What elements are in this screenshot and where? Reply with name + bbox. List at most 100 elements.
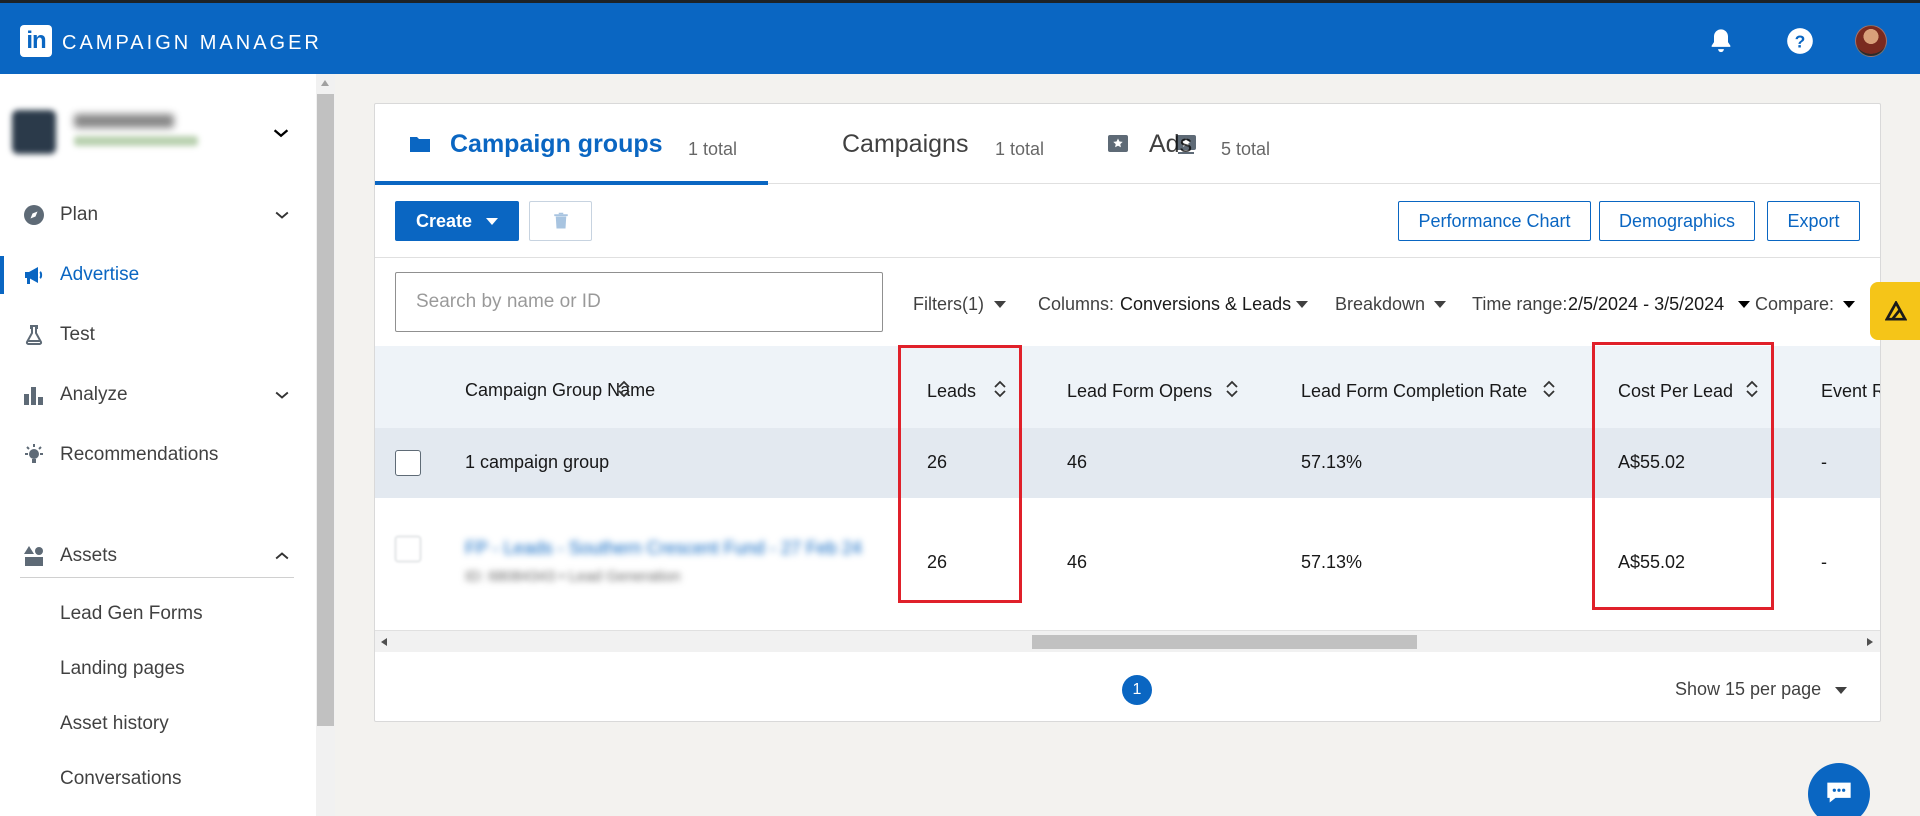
- column-header-lead-form-opens[interactable]: Lead Form Opens: [1067, 381, 1212, 402]
- sort-icon[interactable]: [617, 379, 631, 399]
- caret-down-icon[interactable]: [1843, 301, 1855, 308]
- scrollbar-thumb[interactable]: [317, 94, 334, 726]
- delete-button[interactable]: [529, 201, 592, 241]
- create-label: Create: [416, 210, 473, 231]
- top-navigation-bar: in CAMPAIGN MANAGER ?: [0, 0, 1920, 74]
- row-checkbox[interactable]: [395, 536, 421, 562]
- sidebar-item-test[interactable]: Test: [0, 312, 316, 358]
- app-title: CAMPAIGN MANAGER: [62, 32, 322, 54]
- per-page-dropdown[interactable]: Show 15 per page: [1675, 679, 1821, 700]
- column-header-lead-form-completion-rate[interactable]: Lead Form Completion Rate: [1301, 381, 1527, 402]
- tab-count: 1 total: [688, 139, 738, 159]
- create-button[interactable]: Create: [395, 201, 519, 241]
- sidebar-item-analyze[interactable]: Analyze: [0, 372, 316, 418]
- time-range-dropdown[interactable]: 2/5/2024 - 3/5/2024: [1568, 294, 1724, 315]
- tab-campaigns-label[interactable]: Campaigns: [842, 130, 968, 159]
- sidebar-item-label: Analyze: [60, 384, 128, 405]
- chevron-down-icon[interactable]: [270, 122, 292, 144]
- scroll-left-arrow[interactable]: [381, 638, 387, 646]
- sidebar-item-assets[interactable]: Assets: [0, 533, 316, 579]
- scroll-right-arrow[interactable]: [1867, 638, 1873, 646]
- sidebar-item-label: Plan: [60, 204, 99, 225]
- sidebar: Plan Advertise Test Analyze Recommendati…: [0, 74, 316, 816]
- caret-down-icon[interactable]: [994, 301, 1006, 308]
- sort-icon[interactable]: [1225, 379, 1239, 399]
- tab-bar: Campaign groups 1 total Campaigns 1 tota…: [375, 104, 1880, 185]
- tab-campaign-groups[interactable]: Campaign groups 1 total: [375, 104, 768, 185]
- export-button[interactable]: Export: [1767, 201, 1860, 241]
- account-avatar: [12, 110, 56, 154]
- sidebar-subitem-conversations[interactable]: Conversations: [60, 768, 181, 790]
- horizontal-scrollbar-thumb[interactable]: [1032, 635, 1417, 649]
- summary-lead-form-opens: 46: [1067, 452, 1088, 472]
- pagination: 1 Show 15 per page: [375, 652, 1880, 722]
- select-all-checkbox[interactable]: [395, 450, 421, 476]
- sidebar-item-label: Advertise: [60, 264, 140, 285]
- horizontal-scrollbar[interactable]: [375, 630, 1880, 652]
- shapes-icon: [24, 546, 43, 566]
- sidebar-item-label: Test: [60, 324, 95, 345]
- ad-icon[interactable]: [1105, 132, 1131, 156]
- breakdown-dropdown[interactable]: Breakdown: [1335, 294, 1425, 315]
- sidebar-scrollbar[interactable]: [316, 74, 335, 816]
- chat-bubble-icon: [1827, 782, 1851, 803]
- sidebar-item-recommendations[interactable]: Recommendations: [0, 432, 316, 478]
- sidebar-subitem-asset-history[interactable]: Asset history: [60, 713, 169, 735]
- folder-icon: [410, 137, 430, 152]
- account-selector[interactable]: [12, 110, 292, 158]
- tab-ads-label[interactable]: Ads: [1149, 130, 1192, 159]
- sidebar-item-advertise[interactable]: Advertise: [0, 252, 316, 298]
- svg-text:?: ?: [1795, 31, 1806, 51]
- sidebar-item-label: Recommendations: [60, 444, 219, 465]
- campaign-group-name-link[interactable]: FP - Leads - Southern Crescent Fund - 27…: [465, 538, 862, 559]
- leads-column-highlight: [898, 345, 1022, 603]
- notification-bell-icon[interactable]: [1707, 27, 1735, 55]
- sidebar-subitem-lead-gen-forms[interactable]: Lead Gen Forms: [60, 603, 203, 625]
- campaign-manager-panel: Campaign groups 1 total Campaigns 1 tota…: [374, 103, 1881, 722]
- caret-down-icon: [486, 218, 498, 225]
- sidebar-item-plan[interactable]: Plan: [0, 192, 316, 238]
- tab-label: Campaign groups: [450, 130, 663, 158]
- caret-down-icon[interactable]: [1835, 687, 1847, 694]
- demographics-button[interactable]: Demographics: [1599, 201, 1755, 241]
- column-header-event-rate[interactable]: Event R: [1821, 381, 1880, 402]
- extension-side-badge[interactable]: [1870, 282, 1920, 340]
- account-name-redacted: [74, 114, 174, 128]
- sidebar-subitem-landing-pages[interactable]: Landing pages: [60, 658, 185, 680]
- scroll-up-arrow[interactable]: [321, 80, 329, 86]
- triangle-logo-icon: [1885, 301, 1907, 321]
- user-avatar[interactable]: [1855, 25, 1887, 57]
- linkedin-logo[interactable]: in: [20, 25, 52, 57]
- caret-down-icon[interactable]: [1738, 301, 1750, 308]
- sort-icon[interactable]: [1542, 379, 1556, 399]
- cost-per-lead-column-highlight: [1592, 342, 1774, 610]
- page-number-button[interactable]: 1: [1122, 675, 1152, 705]
- summary-name: 1 campaign group: [465, 452, 610, 472]
- row-event-rate: -: [1821, 552, 1827, 572]
- chat-button[interactable]: [1808, 763, 1870, 816]
- row-completion-rate: 57.13%: [1301, 552, 1363, 572]
- chevron-up-icon[interactable]: [272, 546, 292, 566]
- columns-dropdown[interactable]: Conversions & Leads: [1120, 294, 1291, 315]
- chevron-down-icon[interactable]: [272, 385, 292, 405]
- filters-dropdown[interactable]: Filters(1): [913, 294, 984, 315]
- campaign-group-id: ID: 68084343 • Lead Generation: [465, 568, 681, 585]
- help-icon[interactable]: ?: [1786, 27, 1814, 55]
- trash-icon: [554, 212, 568, 229]
- tab-ads-count: 5 total: [1221, 139, 1271, 159]
- bar-chart-icon: [24, 387, 43, 405]
- caret-down-icon[interactable]: [1434, 301, 1446, 308]
- compare-dropdown[interactable]: Compare:: [1755, 294, 1834, 315]
- lightbulb-icon: [25, 444, 43, 463]
- chevron-down-icon[interactable]: [272, 205, 292, 225]
- action-toolbar: Create Performance Chart Demographics Ex…: [375, 184, 1880, 258]
- performance-chart-button[interactable]: Performance Chart: [1398, 201, 1591, 241]
- row-lead-form-opens: 46: [1067, 552, 1088, 572]
- time-range-label: Time range:: [1472, 294, 1568, 314]
- caret-down-icon[interactable]: [1296, 301, 1308, 308]
- columns-label: Columns:: [1038, 294, 1115, 314]
- search-input[interactable]: [395, 272, 883, 332]
- megaphone-icon: [25, 267, 43, 284]
- tab-campaigns-count: 1 total: [995, 139, 1045, 159]
- account-id-redacted: [74, 136, 198, 146]
